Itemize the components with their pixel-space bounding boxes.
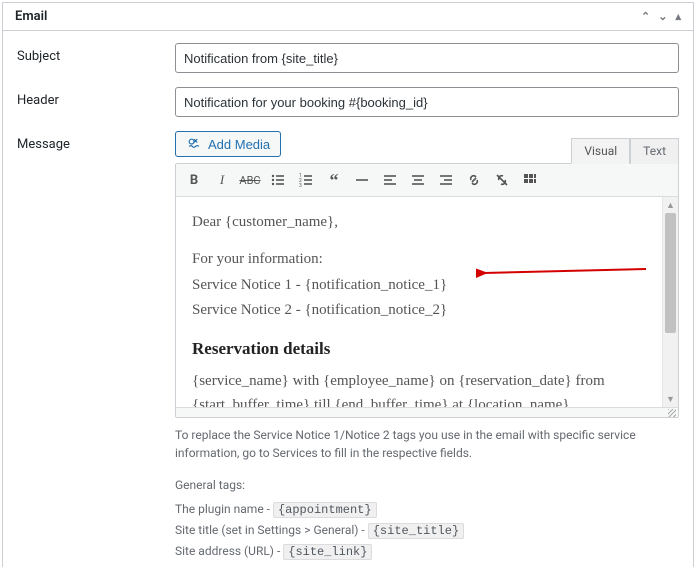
blockquote-button[interactable]: “ xyxy=(322,168,346,192)
align-center-button[interactable] xyxy=(406,168,430,192)
editor-content[interactable]: Dear {customer_name}, For your informati… xyxy=(176,197,662,407)
help-general-label: General tags: xyxy=(175,476,679,494)
strikethrough-button[interactable]: ABC xyxy=(238,168,262,192)
scroll-down-icon[interactable]: ▼ xyxy=(663,391,678,407)
tag-code: {appointment} xyxy=(273,502,377,518)
toolbar-toggle-button[interactable] xyxy=(518,168,542,192)
scroll-up-icon[interactable]: ▲ xyxy=(663,197,678,213)
tag-code: {site_link} xyxy=(283,544,372,560)
message-label: Message xyxy=(17,131,175,152)
help-text: To replace the Service Notice 1/Notice 2… xyxy=(175,426,679,561)
header-label: Header xyxy=(17,87,175,108)
svg-text:3: 3 xyxy=(299,183,302,188)
editor-scrollbar[interactable]: ▲ ▼ xyxy=(662,197,678,407)
panel-up-icon[interactable]: ⌃ xyxy=(641,10,650,23)
subject-label: Subject xyxy=(17,43,175,64)
email-metabox: Email ⌃ ⌄ ▴ Subject Header Message xyxy=(2,2,694,567)
scroll-thumb[interactable] xyxy=(665,213,676,333)
unlink-button[interactable] xyxy=(490,168,514,192)
richtext-editor: B I ABC 123 “ xyxy=(175,163,679,418)
editor-resize-handle[interactable] xyxy=(176,407,678,417)
media-icon xyxy=(186,136,202,152)
editor-line: Dear {customer_name}, xyxy=(192,211,646,234)
help-line: The plugin name - xyxy=(175,502,273,516)
align-left-button[interactable] xyxy=(378,168,402,192)
bold-button[interactable]: B xyxy=(182,168,206,192)
add-media-button[interactable]: Add Media xyxy=(175,131,281,157)
panel-down-icon[interactable]: ⌄ xyxy=(658,10,667,23)
help-line: Site title (set in Settings > General) - xyxy=(175,523,368,537)
hr-button[interactable] xyxy=(350,168,374,192)
help-replace: To replace the Service Notice 1/Notice 2… xyxy=(175,426,679,462)
editor-heading: Reservation details xyxy=(192,336,646,362)
editor-line: {service_name} with {employee_name} on {… xyxy=(192,370,646,407)
editor-line: For your information: xyxy=(192,248,646,271)
add-media-label: Add Media xyxy=(208,137,270,152)
bullet-list-button[interactable] xyxy=(266,168,290,192)
italic-button[interactable]: I xyxy=(210,168,234,192)
tab-text[interactable]: Text xyxy=(630,138,679,164)
editor-toolbar: B I ABC 123 “ xyxy=(176,164,678,197)
tag-code: {site_title} xyxy=(368,523,464,539)
panel-collapse-icon[interactable]: ▴ xyxy=(675,10,681,23)
tab-visual[interactable]: Visual xyxy=(571,138,630,164)
align-right-button[interactable] xyxy=(434,168,458,192)
link-button[interactable] xyxy=(462,168,486,192)
subject-input[interactable] xyxy=(175,43,679,73)
numbered-list-button[interactable]: 123 xyxy=(294,168,318,192)
help-line: Site address (URL) - xyxy=(175,544,283,558)
panel-title: Email xyxy=(15,9,47,24)
header-input[interactable] xyxy=(175,87,679,117)
metabox-header: Email ⌃ ⌄ ▴ xyxy=(3,3,693,31)
editor-line: Service Notice 2 - {notification_notice_… xyxy=(192,299,646,322)
editor-line: Service Notice 1 - {notification_notice_… xyxy=(192,274,646,297)
